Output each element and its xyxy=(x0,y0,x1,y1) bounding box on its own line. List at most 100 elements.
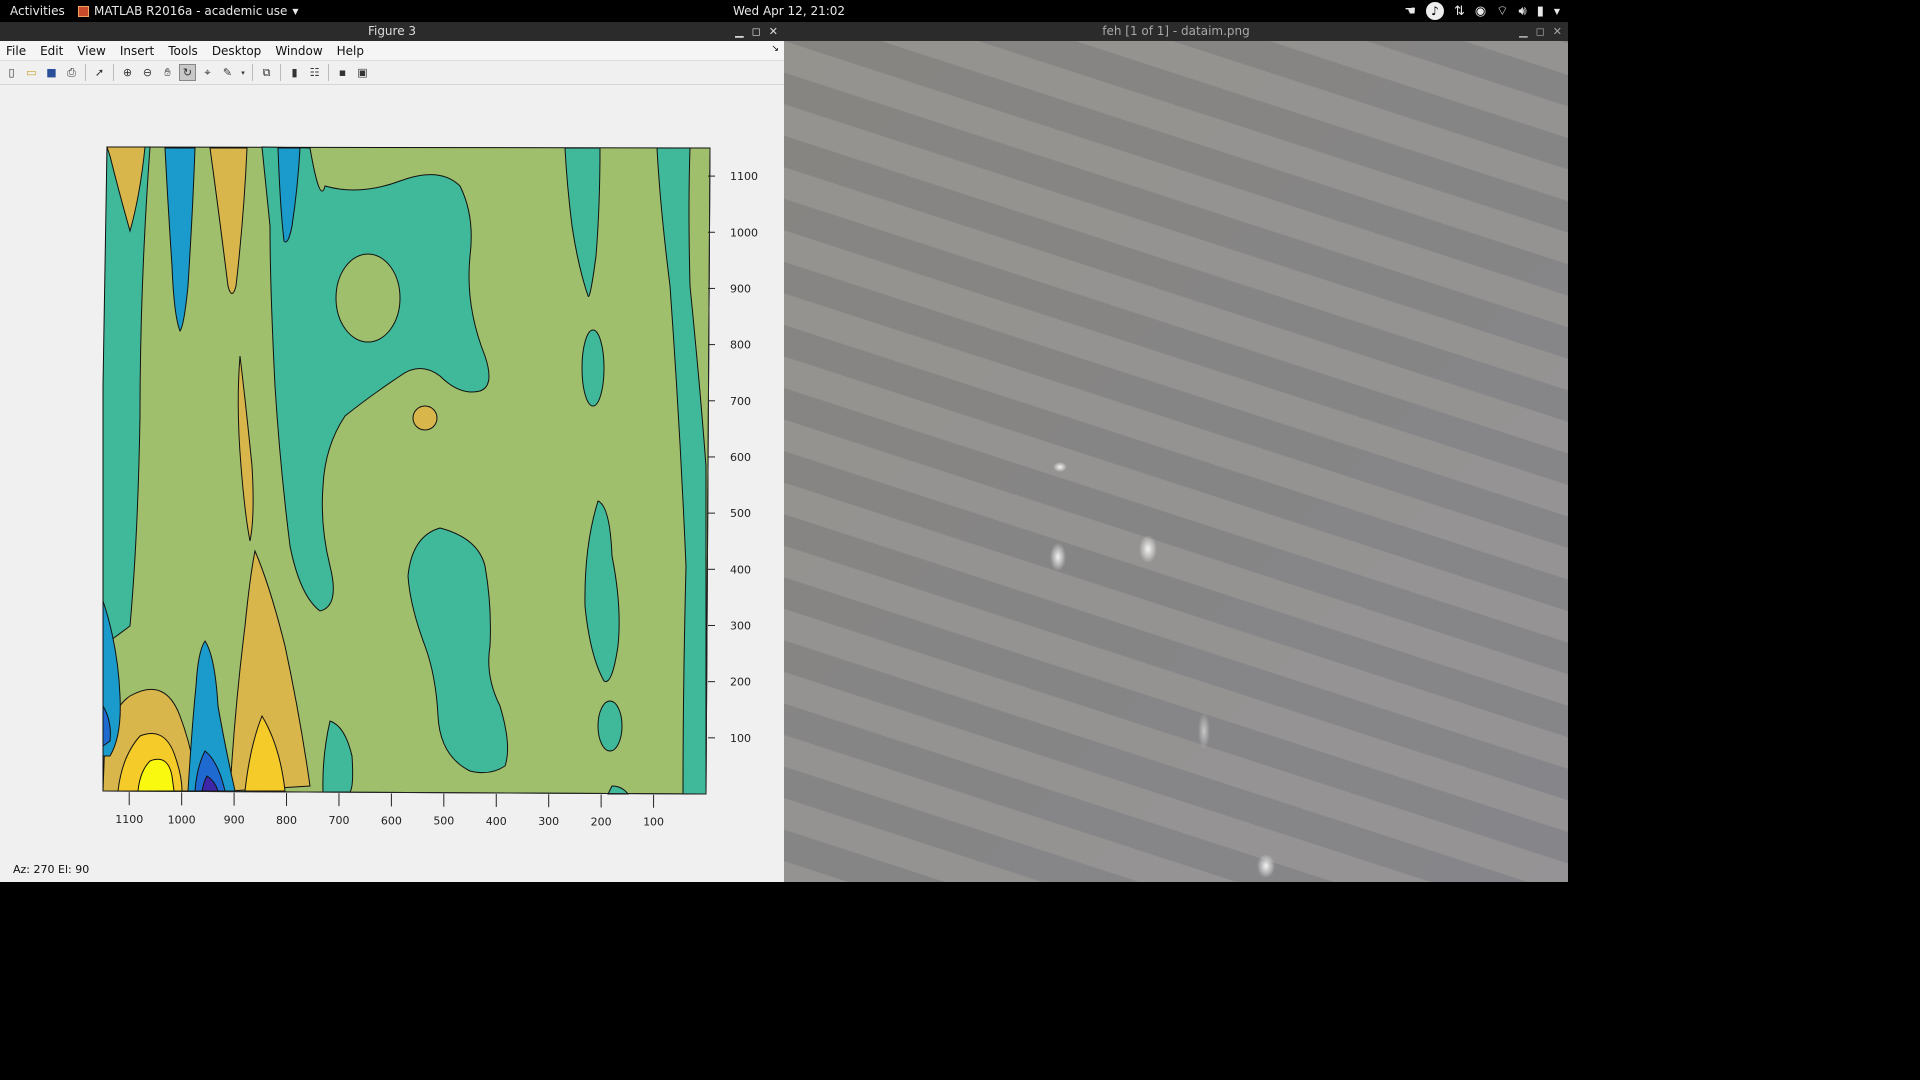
glint xyxy=(1198,713,1210,749)
image-viewer-window: feh [1 of 1] - dataim.png ▁ ◻ ✕ xyxy=(784,22,1568,882)
y-axis: 1100 1000 900 800 700 600 500 400 300 200 100 xyxy=(708,170,758,745)
y-tick-label: 400 xyxy=(730,563,751,576)
y-tick-label: 1100 xyxy=(730,170,758,183)
top-bar: Activities MATLAB R2016a - academic use … xyxy=(0,0,1568,22)
x-tick-label: 400 xyxy=(486,815,507,828)
image-viewer-titlebar[interactable]: feh [1 of 1] - dataim.png ▁ ◻ ✕ xyxy=(784,22,1568,41)
minimize-icon[interactable]: ▁ xyxy=(735,22,743,41)
toolbar-separator xyxy=(328,64,329,81)
colorbar-icon[interactable]: ▮ xyxy=(286,64,303,81)
new-figure-icon[interactable]: ▯ xyxy=(3,64,20,81)
x-tick-label: 800 xyxy=(276,814,297,827)
y-tick-label: 900 xyxy=(730,282,751,295)
edit-plot-icon[interactable]: ➚ xyxy=(91,64,108,81)
chevron-down-icon[interactable]: ▼ xyxy=(1554,7,1560,16)
hide-tools-icon[interactable]: ▪ xyxy=(334,64,351,81)
print-icon[interactable]: ⎙ xyxy=(63,64,80,81)
y-tick-label: 800 xyxy=(730,339,751,352)
app-menu[interactable]: MATLAB R2016a - academic use ▼ xyxy=(78,4,299,18)
menu-insert[interactable]: Insert xyxy=(120,44,154,58)
y-tick-label: 500 xyxy=(730,507,751,520)
zoom-out-icon[interactable]: ⊖ xyxy=(139,64,156,81)
clock[interactable]: Wed Apr 12, 21:02 xyxy=(733,4,845,18)
x-tick-label: 1100 xyxy=(115,813,143,826)
dock-arrow-icon[interactable]: ↘ xyxy=(771,44,779,54)
glint xyxy=(1050,543,1066,571)
data-cursor-icon[interactable]: ⌖ xyxy=(199,64,216,81)
brush-dropdown-icon[interactable]: ▾ xyxy=(239,64,247,81)
activities-button[interactable]: Activities xyxy=(10,4,65,18)
contour-fill xyxy=(102,146,711,795)
menu-edit[interactable]: Edit xyxy=(40,44,63,58)
glint xyxy=(1053,462,1067,472)
x-tick-label: 900 xyxy=(224,814,245,827)
x-tick-label: 300 xyxy=(538,815,559,828)
y-tick-label: 100 xyxy=(730,732,751,745)
window-title: feh [1 of 1] - dataim.png xyxy=(1102,24,1250,38)
volume-icon[interactable]: 🔊︎ xyxy=(1518,4,1526,19)
system-tray[interactable]: ☚ ♪ ⇅ ◉ ⌔ 🔊︎ ▮ ▼ xyxy=(1404,2,1560,20)
contour-region xyxy=(581,329,605,407)
minimize-icon[interactable]: ▁ xyxy=(1519,22,1527,41)
glint xyxy=(1139,535,1157,563)
x-tick-label: 600 xyxy=(381,814,402,827)
contour-region xyxy=(412,405,438,431)
menu-view[interactable]: View xyxy=(77,44,105,58)
y-tick-label: 700 xyxy=(730,395,751,408)
record-icon[interactable]: ◉ xyxy=(1475,4,1486,19)
pan-icon[interactable]: ✋︎ xyxy=(159,64,176,81)
view-status: Az: 270 El: 90 xyxy=(13,863,90,876)
y-tick-label: 600 xyxy=(730,451,751,464)
wifi-icon[interactable]: ⌔ xyxy=(1496,3,1508,19)
zoom-in-icon[interactable]: ⊕ xyxy=(119,64,136,81)
menu-tools[interactable]: Tools xyxy=(168,44,198,58)
x-tick-label: 500 xyxy=(433,815,454,828)
figure-titlebar[interactable]: Figure 3 ▁ ◻ ✕ xyxy=(0,22,784,41)
show-tools-icon[interactable]: ▣ xyxy=(354,64,371,81)
toolbar-separator xyxy=(252,64,253,81)
menu-file[interactable]: File xyxy=(6,44,26,58)
music-icon[interactable]: ♪ xyxy=(1426,2,1444,20)
menu-bar: File Edit View Insert Tools Desktop Wind… xyxy=(0,41,784,61)
save-icon[interactable]: ■ xyxy=(43,64,60,81)
close-icon[interactable]: ✕ xyxy=(769,22,778,41)
close-icon[interactable]: ✕ xyxy=(1553,22,1562,41)
window-title: Figure 3 xyxy=(367,24,417,38)
y-tick-label: 1000 xyxy=(730,226,758,239)
image-stripes xyxy=(784,41,1568,882)
battery-icon[interactable]: ▮ xyxy=(1537,4,1544,19)
menu-help[interactable]: Help xyxy=(337,44,364,58)
toolbar-separator xyxy=(85,64,86,81)
menu-desktop[interactable]: Desktop xyxy=(212,44,262,58)
brush-icon[interactable]: ✎ xyxy=(219,64,236,81)
maximize-icon[interactable]: ◻ xyxy=(752,22,761,41)
app-menu-label: MATLAB R2016a - academic use xyxy=(94,4,288,18)
x-tick-label: 200 xyxy=(591,815,612,828)
hand-icon[interactable]: ☚ xyxy=(1404,4,1416,19)
x-tick-label: 700 xyxy=(328,814,349,827)
toolbar-separator xyxy=(280,64,281,81)
matlab-icon xyxy=(78,5,89,17)
chevron-down-icon: ▼ xyxy=(292,6,299,16)
link-icon[interactable]: ⧉ xyxy=(258,64,275,81)
x-tick-label: 1000 xyxy=(168,813,196,826)
y-tick-label: 200 xyxy=(730,676,751,689)
menu-window[interactable]: Window xyxy=(275,44,322,58)
displayed-image[interactable] xyxy=(784,41,1568,882)
open-icon[interactable]: ▭ xyxy=(23,64,40,81)
maximize-icon[interactable]: ◻ xyxy=(1536,22,1545,41)
contour-plot[interactable]: 1100 1000 900 800 700 600 500 400 300 200 100 1100… xyxy=(0,86,784,882)
contour-region xyxy=(335,253,401,343)
x-tick-label: 100 xyxy=(643,816,664,829)
legend-icon[interactable]: ☷ xyxy=(306,64,323,81)
figure-toolbar: ▯ ▭ ■ ⎙ ➚ ⊕ ⊖ ✋︎ ↻ ⌖ ✎ ▾ ⧉ ▮ ☷ ▪ ▣ xyxy=(0,61,784,85)
toolbar-separator xyxy=(113,64,114,81)
y-tick-label: 300 xyxy=(730,619,751,632)
transfer-icon[interactable]: ⇅ xyxy=(1454,4,1465,19)
plot-area[interactable]: 1100 1000 900 800 700 600 500 400 300 200 100 1100… xyxy=(0,86,784,882)
figure-window: Figure 3 ▁ ◻ ✕ File Edit View Insert Too… xyxy=(0,22,784,882)
glint xyxy=(1257,854,1275,878)
rotate-3d-icon[interactable]: ↻ xyxy=(179,64,196,81)
contour-region xyxy=(597,700,623,752)
x-axis: 1100 1000 900 800 700 600 500 400 300 200 100 xyxy=(115,792,664,829)
